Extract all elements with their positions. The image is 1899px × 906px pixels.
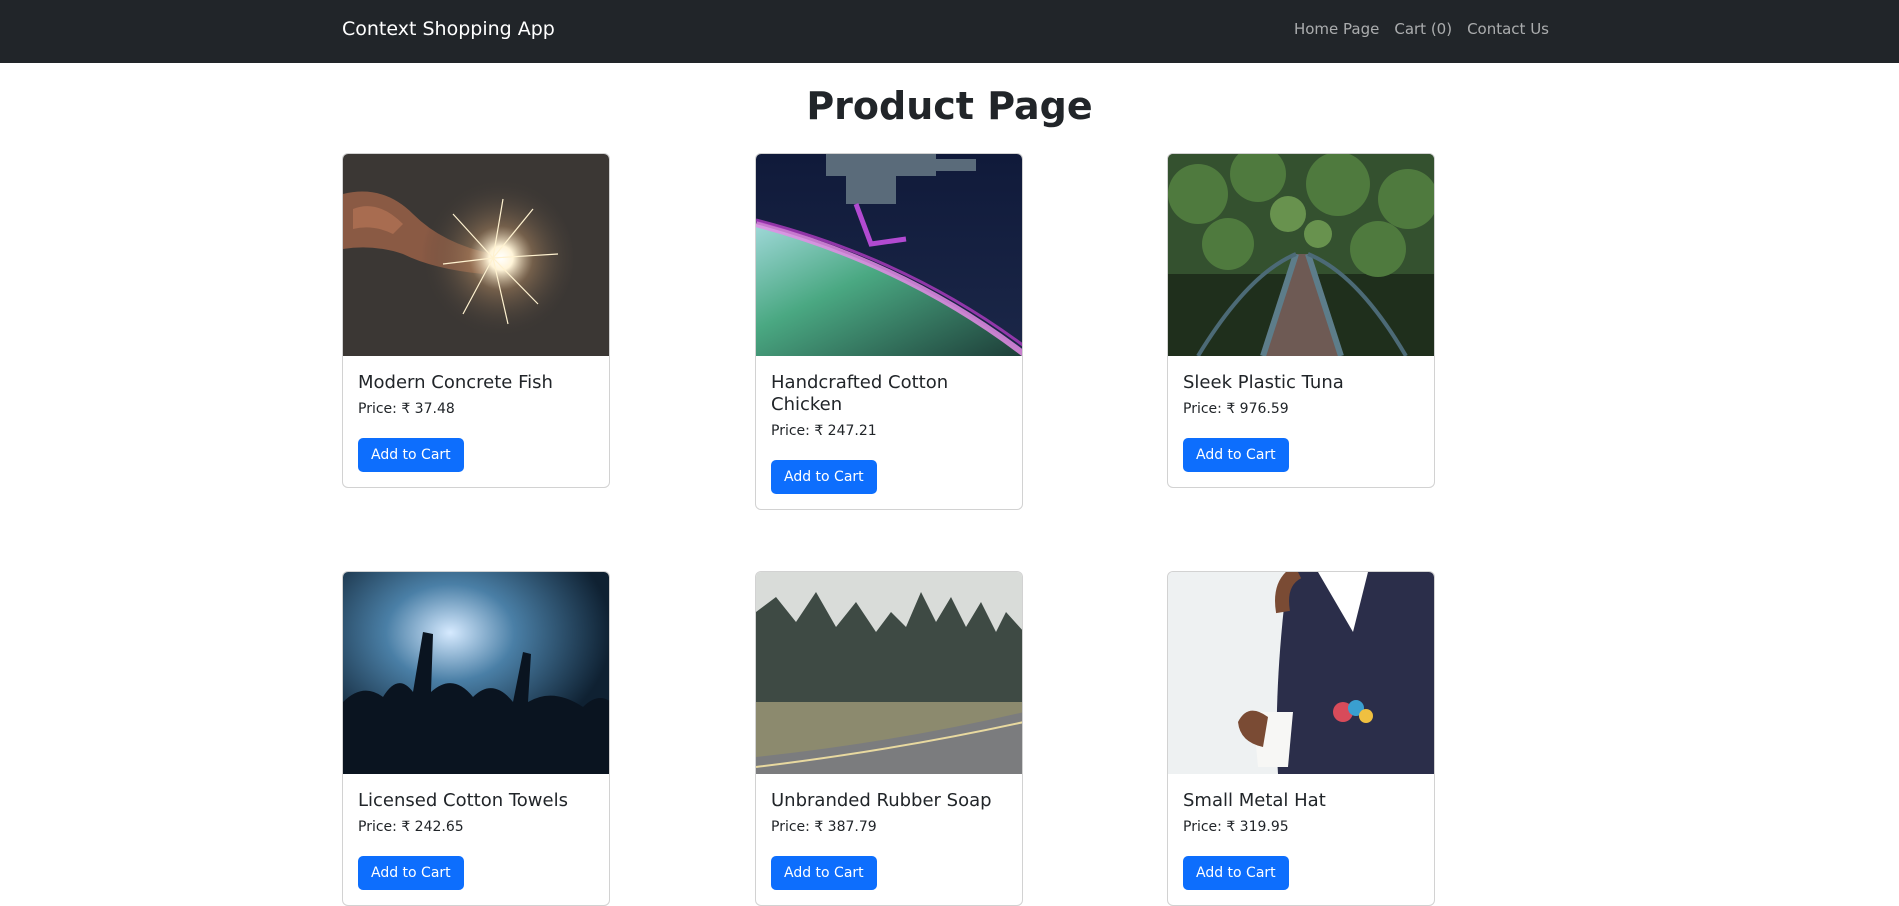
product-card: Modern Concrete Fish Price: ₹ 37.48 Add … bbox=[342, 153, 610, 488]
product-image bbox=[1168, 572, 1434, 774]
add-to-cart-button[interactable]: Add to Cart bbox=[1183, 856, 1289, 890]
product-card: Unbranded Rubber Soap Price: ₹ 387.79 Ad… bbox=[755, 571, 1023, 906]
product-card: Handcrafted Cotton Chicken Price: ₹ 247.… bbox=[755, 153, 1023, 510]
product-price: Price: ₹ 387.79 bbox=[771, 819, 877, 835]
nav-links: Home Page Cart (0) Contact Us bbox=[1294, 20, 1549, 38]
product-price: Price: ₹ 37.48 bbox=[358, 401, 455, 417]
add-to-cart-button[interactable]: Add to Cart bbox=[358, 856, 464, 890]
add-to-cart-button[interactable]: Add to Cart bbox=[1183, 438, 1289, 472]
card-body: Licensed Cotton Towels Price: ₹ 242.65 A… bbox=[343, 774, 609, 905]
product-name: Small Metal Hat bbox=[1183, 790, 1326, 811]
card-body: Unbranded Rubber Soap Price: ₹ 387.79 Ad… bbox=[756, 774, 1022, 905]
add-to-cart-button[interactable]: Add to Cart bbox=[771, 856, 877, 890]
product-price: Price: ₹ 976.59 bbox=[1183, 401, 1289, 417]
card-body: Small Metal Hat Price: ₹ 319.95 Add to C… bbox=[1168, 774, 1434, 905]
card-body: Handcrafted Cotton Chicken Price: ₹ 247.… bbox=[756, 356, 1022, 509]
product-name: Sleek Plastic Tuna bbox=[1183, 372, 1344, 393]
product-card: Sleek Plastic Tuna Price: ₹ 976.59 Add t… bbox=[1167, 153, 1435, 488]
product-name: Unbranded Rubber Soap bbox=[771, 790, 992, 811]
product-image bbox=[1168, 154, 1434, 356]
product-image bbox=[756, 154, 1022, 356]
product-name: Handcrafted Cotton Chicken bbox=[771, 372, 949, 415]
product-card: Licensed Cotton Towels Price: ₹ 242.65 A… bbox=[342, 571, 610, 906]
product-name: Licensed Cotton Towels bbox=[358, 790, 568, 811]
product-price: Price: ₹ 247.21 bbox=[771, 423, 877, 439]
nav-link-home[interactable]: Home Page bbox=[1294, 20, 1379, 38]
product-card: Small Metal Hat Price: ₹ 319.95 Add to C… bbox=[1167, 571, 1435, 906]
brand-link[interactable]: Context Shopping App bbox=[342, 18, 555, 40]
product-price: Price: ₹ 242.65 bbox=[358, 819, 464, 835]
product-price: Price: ₹ 319.95 bbox=[1183, 819, 1289, 835]
product-image bbox=[756, 572, 1022, 774]
product-image bbox=[343, 572, 609, 774]
nav-link-contact[interactable]: Contact Us bbox=[1467, 20, 1549, 38]
nav-link-cart[interactable]: Cart (0) bbox=[1394, 20, 1452, 38]
navbar: Context Shopping App Home Page Cart (0) … bbox=[0, 0, 1899, 63]
product-name: Modern Concrete Fish bbox=[358, 372, 553, 393]
card-body: Modern Concrete Fish Price: ₹ 37.48 Add … bbox=[343, 356, 609, 487]
add-to-cart-button[interactable]: Add to Cart bbox=[771, 460, 877, 494]
card-body: Sleek Plastic Tuna Price: ₹ 976.59 Add t… bbox=[1168, 356, 1434, 487]
add-to-cart-button[interactable]: Add to Cart bbox=[358, 438, 464, 472]
page-title: Product Page bbox=[806, 84, 1093, 128]
product-image bbox=[343, 154, 609, 356]
